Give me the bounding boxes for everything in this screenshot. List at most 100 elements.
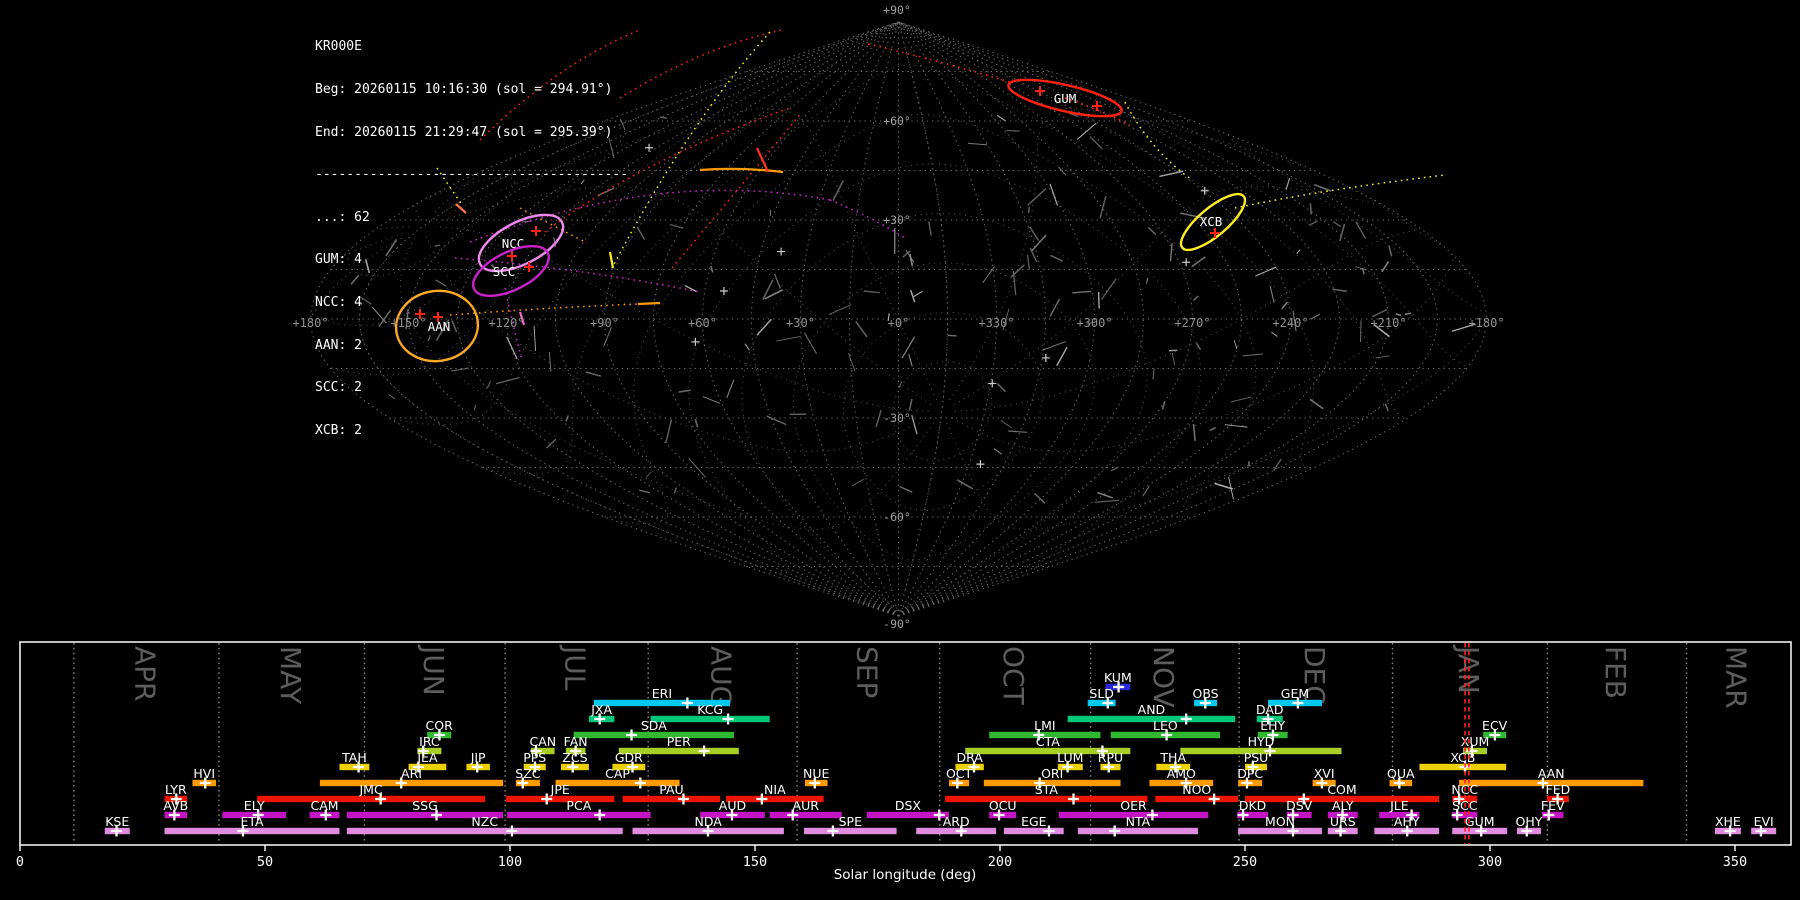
radiant-cross [1035, 86, 1045, 96]
lon-label: +60° [688, 316, 717, 330]
radiant-activity-screen: { "station": "KR000E", "map": { "legend"… [0, 0, 1800, 900]
shower-label-dad: DAD [1256, 702, 1284, 717]
shower-label-jea: JEA [416, 750, 438, 765]
meteor-dash [996, 382, 1007, 393]
month-label: OCT [997, 646, 1030, 706]
meteor-dash [1388, 245, 1393, 257]
meteor-dash [1384, 403, 1389, 412]
lon-label: +300° [1076, 316, 1112, 330]
shower-label-nia: NIA [764, 782, 786, 797]
drift-trail-solid [637, 301, 661, 306]
shower-label-eri: ERI [652, 686, 672, 701]
shower-peak-cross [1068, 793, 1079, 805]
meteor-dash [1000, 419, 1013, 429]
shower-label-aur: AUR [793, 798, 820, 813]
shower-label-kcg: KCG [697, 702, 723, 717]
shower-label-zcs: ZCS [562, 750, 587, 765]
legend-count-aan: AAN: 2 [315, 337, 362, 353]
month-label: JUN [417, 644, 450, 696]
legend-count-sporadic: ...: 62 [315, 209, 370, 225]
shower-label-sld: SLD [1089, 686, 1114, 701]
meteor-dash [1072, 290, 1092, 294]
shower-label-cap: CAP [605, 766, 630, 781]
meteor-cross [976, 460, 985, 469]
meteor-dash [1146, 277, 1149, 284]
meteor-dash [726, 379, 735, 399]
legend-count-ncc: NCC: 4 [315, 294, 362, 310]
meteor-cross [1200, 186, 1209, 195]
shower-label-lmi: LMI [1034, 718, 1055, 733]
meteor-dash [766, 415, 787, 426]
meteor-dash [1031, 234, 1047, 252]
shower-label-cam: CAM [310, 798, 338, 813]
meteor-dash [993, 448, 1003, 455]
shower-label-jmc: JMC [358, 782, 382, 797]
lon-label: +210° [1370, 316, 1406, 330]
meteor-dash [694, 418, 699, 428]
meteor-cross [1041, 353, 1050, 362]
meteor-cross [719, 287, 728, 296]
shower-label-ege: EGE [1021, 814, 1047, 829]
shower-label-ohy: OHY [1516, 814, 1543, 829]
shower-label-sda: SDA [641, 718, 667, 733]
shower-label-dpc: DPC [1237, 766, 1263, 781]
drift-trail-solid [756, 147, 769, 173]
meteor-dash [1271, 331, 1278, 337]
legend-station-id: KR000E [315, 39, 362, 55]
lat-label: -30° [883, 411, 911, 425]
lon-label: +270° [1174, 316, 1210, 330]
shower-label-psu: PSU [1244, 750, 1269, 765]
meteor-dash [1159, 170, 1184, 178]
meteor-dash [1242, 353, 1264, 357]
axis-tick-label: 0 [16, 854, 24, 870]
meteor-dash [928, 221, 932, 236]
x-axis-title: Solar longitude (deg) [834, 867, 977, 883]
axis-tick-label: 250 [1233, 854, 1257, 870]
legend-separator: ---------------------------------------- [315, 167, 629, 183]
meteor-dash [1255, 266, 1277, 277]
radiant-label-xcb: XCB [1200, 214, 1223, 229]
axis-tick-label: 300 [1478, 854, 1502, 870]
shower-label-xvi: XVI [1314, 766, 1335, 781]
month-label: NOV [1147, 646, 1180, 708]
meteor-dash [1233, 340, 1238, 350]
meteor-dash [913, 290, 923, 298]
meteor-dash [1209, 426, 1217, 432]
meteor-dash [1147, 226, 1157, 236]
shower-label-spe: SPE [839, 814, 862, 829]
meteor-dash [1041, 340, 1067, 351]
month-label: MAR [1719, 646, 1752, 709]
meteor-dash [645, 471, 652, 478]
meteor-dash [1191, 256, 1206, 268]
shower-label-gem: GEM [1281, 686, 1309, 701]
meteor-dash [1006, 129, 1020, 132]
drift-trail-dotted [1124, 101, 1193, 181]
meteor-dash [1230, 396, 1252, 403]
drift-trail-dotted [1234, 174, 1446, 209]
lon-label: +240° [1272, 316, 1308, 330]
shower-label-oct: OCT [946, 766, 973, 781]
month-label: JUL [559, 644, 592, 691]
shower-label-xcb: XCB [1450, 750, 1475, 765]
axis-tick-label: 350 [1723, 854, 1747, 870]
meteor-dash [982, 266, 995, 284]
shower-label-dra: DRA [956, 750, 983, 765]
shower-label-jpe: JPE [550, 782, 570, 797]
lon-label: +180° [1468, 316, 1504, 330]
meteor-dash [1171, 352, 1176, 366]
meteor-dash [1076, 122, 1097, 140]
meteor-dash [1332, 288, 1348, 293]
shower-label-lum: LUM [1057, 750, 1083, 765]
shower-peak-cross [681, 697, 693, 709]
month-label: MAY [274, 646, 307, 705]
lat-label: -60° [883, 510, 911, 524]
meteor-dash [1314, 183, 1332, 192]
drift-trail-dotted [619, 29, 783, 99]
meteor-dash [901, 336, 916, 359]
meteor-dash [1195, 342, 1202, 351]
meteor-dash [669, 223, 684, 229]
meteor-dash [1027, 206, 1031, 213]
lat-label: +30° [883, 213, 911, 227]
meteor-dash [908, 398, 913, 411]
shower-label-urs: URS [1330, 814, 1356, 829]
